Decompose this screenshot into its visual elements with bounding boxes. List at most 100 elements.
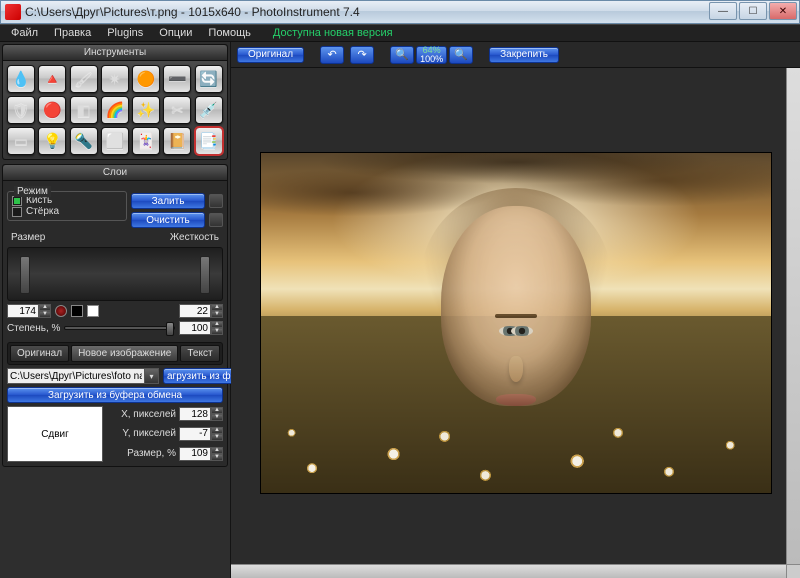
tool-sharpen-cone[interactable]: 🔺 <box>38 65 66 93</box>
eraser-mode-check[interactable]: Стёрка <box>12 206 122 217</box>
tool-cards[interactable]: 🃏 <box>132 127 160 155</box>
canvas-image <box>261 153 771 493</box>
shift-button[interactable]: Сдвиг <box>7 406 103 462</box>
zoom-in-button[interactable]: 🔍 <box>449 46 473 64</box>
menu-file[interactable]: Файл <box>4 26 45 40</box>
window-title: C:\Users\Друг\Pictures\т.png - 1015x640 … <box>25 5 360 19</box>
brush-color-swatch-2[interactable] <box>71 305 83 317</box>
shield-hue-icon: 🛡 <box>11 101 30 119</box>
tool-eraser[interactable]: ⬜ <box>101 127 129 155</box>
source-tabs: Оригинал Новое изображение Текст <box>7 342 223 365</box>
cfl-bulb-icon: 🔦 <box>74 132 93 150</box>
fill-options-button[interactable] <box>209 194 223 208</box>
y-px-input[interactable]: ▲▼ <box>179 427 223 441</box>
tab-text[interactable]: Текст <box>180 345 219 362</box>
menu-help[interactable]: Помощь <box>201 26 258 40</box>
clear-button[interactable]: Очистить <box>131 212 205 228</box>
pin-button[interactable]: Закрепить <box>489 47 559 63</box>
scale-input[interactable]: ▲▼ <box>179 447 223 461</box>
menu-edit[interactable]: Правка <box>47 26 98 40</box>
fill-button[interactable]: Залить <box>131 193 205 209</box>
tool-brush[interactable]: 🖌 <box>70 65 98 93</box>
original-toggle-button[interactable]: Оригинал <box>237 47 304 63</box>
eraser-mode-checkbox-icon <box>12 207 22 217</box>
menu-options[interactable]: Опции <box>152 26 199 40</box>
tool-book[interactable]: 📔 <box>163 127 191 155</box>
window-titlebar: C:\Users\Друг\Pictures\т.png - 1015x640 … <box>0 0 800 24</box>
tool-lightbulb[interactable]: 💡 <box>38 127 66 155</box>
tool-shield-hue[interactable]: 🛡 <box>7 96 35 124</box>
tab-original[interactable]: Оригинал <box>10 345 69 362</box>
size-value-input[interactable]: ▲▼ <box>7 304 51 318</box>
x-px-input[interactable]: ▲▼ <box>179 407 223 421</box>
rotate-icon: 🔄 <box>199 70 218 88</box>
file-path-combo[interactable]: ▾ <box>7 368 159 384</box>
tool-rotate[interactable]: 🔄 <box>195 65 223 93</box>
cards-icon: 🃏 <box>137 132 156 150</box>
degree-value-input[interactable]: ▲▼ <box>179 321 223 335</box>
lightbulb-icon: 💡 <box>43 132 62 150</box>
menubar: Файл Правка Plugins Опции Помощь Доступн… <box>0 24 800 42</box>
tool-gradient[interactable]: ◧ <box>70 96 98 124</box>
clear-options-button[interactable] <box>209 213 223 227</box>
tab-new-image[interactable]: Новое изображение <box>71 345 178 362</box>
scale-label: Размер, % <box>107 448 176 459</box>
gradient-icon: ◧ <box>76 101 90 119</box>
layers-panel-title: Слои <box>3 165 227 181</box>
canvas-area[interactable] <box>231 68 800 578</box>
app-icon <box>5 4 21 20</box>
dodge-icon: ✴ <box>109 70 122 88</box>
brush-mode-checkbox-icon <box>12 196 22 206</box>
line-icon: ➖ <box>168 70 187 88</box>
hardness-slider-thumb[interactable] <box>200 256 210 294</box>
tool-grid: 💧 🔺🖌 ✴ 🟠 ➖ 🔄 🛡 🔴 ◧ 🌈 ✨ ✂ 💉 ▭ 💡 🔦 ⬜ 🃏 📔 📑 <box>3 61 227 159</box>
hardness-value-input[interactable]: ▲▼ <box>179 304 223 318</box>
book-icon: 📔 <box>168 132 187 150</box>
update-available-link[interactable]: Доступна новая версия <box>266 26 400 40</box>
stamp-icon: 🟠 <box>137 70 156 88</box>
eraser-mode-label: Стёрка <box>26 206 59 217</box>
tool-redeye[interactable]: 🔴 <box>38 96 66 124</box>
menu-plugins[interactable]: Plugins <box>100 26 150 40</box>
degree-slider[interactable] <box>64 326 175 330</box>
tool-scissors[interactable]: ✂ <box>163 96 191 124</box>
size-slider-thumb[interactable] <box>20 256 30 294</box>
tool-cfl-bulb[interactable]: 🔦 <box>70 127 98 155</box>
mode-legend: Режим <box>14 186 51 197</box>
rainbow-icon: 🌈 <box>106 101 125 119</box>
tools-panel: Инструменты 💧🔺🖌✴🟠➖🔄🛡🔴◧🌈✨✂💉▭💡🔦⬜🃏📔📑 <box>2 44 228 160</box>
glow-icon: ✨ <box>137 101 156 119</box>
x-px-label: X, пикселей <box>107 409 176 420</box>
liquify-drop-icon: 💧 <box>12 70 31 88</box>
tool-rect[interactable]: ▭ <box>7 127 35 155</box>
tool-color-picker[interactable]: 💉 <box>195 96 223 124</box>
tool-rainbow[interactable]: 🌈 <box>101 96 129 124</box>
tool-stamp[interactable]: 🟠 <box>132 65 160 93</box>
color-picker-icon: 💉 <box>199 101 218 119</box>
horizontal-scrollbar[interactable] <box>231 564 786 578</box>
undo-button[interactable]: ↶ <box>320 46 344 64</box>
tool-liquify-drop[interactable]: 💧 <box>7 65 35 93</box>
zoom-out-button[interactable]: 🔍 <box>390 46 414 64</box>
brush-color-swatch-3[interactable] <box>87 305 99 317</box>
degree-label: Степень, % <box>7 323 60 334</box>
tool-glow[interactable]: ✨ <box>132 96 160 124</box>
brush-color-swatch-1[interactable] <box>55 305 67 317</box>
tool-layers[interactable]: 📑 <box>195 127 223 155</box>
scroll-corner <box>786 564 800 578</box>
load-from-clipboard-button[interactable]: Загрузить из буфера обмена <box>7 387 223 403</box>
tool-dodge[interactable]: ✴ <box>101 65 129 93</box>
sidebar: Инструменты 💧🔺🖌✴🟠➖🔄🛡🔴◧🌈✨✂💉▭💡🔦⬜🃏📔📑 Слои Р… <box>0 42 231 578</box>
eraser-icon: ⬜ <box>106 132 125 150</box>
zoom-reset-button[interactable]: 64% 100% <box>416 46 447 64</box>
scissors-icon: ✂ <box>171 101 184 119</box>
window-close-button[interactable]: ✕ <box>769 2 797 20</box>
window-minimize-button[interactable]: — <box>709 2 737 20</box>
tool-line[interactable]: ➖ <box>163 65 191 93</box>
window-maximize-button[interactable]: ☐ <box>739 2 767 20</box>
vertical-scrollbar[interactable] <box>786 68 800 564</box>
redo-button[interactable]: ↷ <box>350 46 374 64</box>
size-hardness-area[interactable] <box>7 247 223 301</box>
chevron-down-icon[interactable]: ▾ <box>145 368 159 384</box>
main-viewport: Оригинал ↶ ↷ 🔍 64% 100% 🔍 Закрепить <box>231 42 800 578</box>
